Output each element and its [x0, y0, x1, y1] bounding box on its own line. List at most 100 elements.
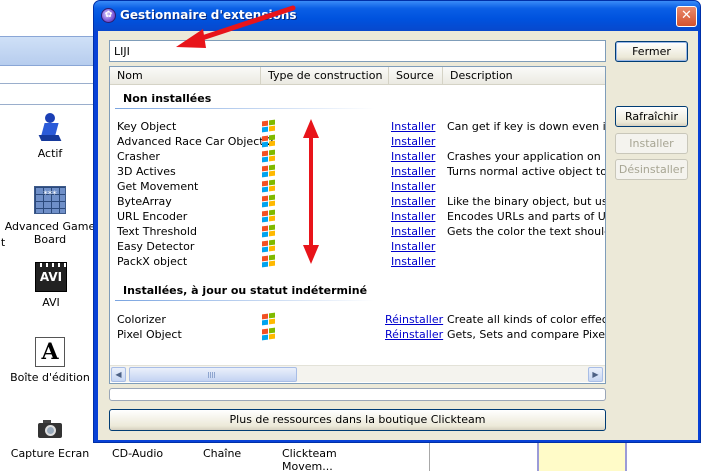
- camera-icon: [35, 417, 65, 439]
- group-divider: [115, 108, 375, 109]
- background-panel: [627, 440, 706, 471]
- extension-name: Text Threshold: [117, 225, 197, 238]
- column-header-name[interactable]: Nom: [110, 67, 261, 85]
- extension-list[interactable]: Nom Type de construction Source Descript…: [109, 66, 606, 384]
- title-bar[interactable]: ✿ Gestionnaire d'extensions ✕: [94, 1, 700, 31]
- windows-flag-icon: [261, 149, 275, 163]
- cut-off-label: t: [0, 236, 6, 249]
- object-avi[interactable]: AVI AVI: [26, 262, 76, 309]
- install-button[interactable]: Installer: [615, 133, 688, 154]
- extension-name: URL Encoder: [117, 210, 188, 223]
- close-icon[interactable]: ✕: [676, 6, 697, 27]
- object-capture-ecran[interactable]: Capture Ecran: [10, 417, 90, 460]
- list-item[interactable]: Advanced Race Car Object 2 Installer: [110, 134, 605, 149]
- reinstall-link[interactable]: Réinstaller: [385, 312, 443, 327]
- close-button[interactable]: Fermer: [615, 41, 688, 62]
- extension-name: Pixel Object: [117, 328, 182, 341]
- windows-flag-icon: [261, 134, 275, 148]
- list-header: Nom Type de construction Source Descript…: [110, 67, 605, 85]
- install-link[interactable]: Installer: [391, 224, 435, 239]
- object-label: Actif: [37, 147, 63, 160]
- extension-name: ByteArray: [117, 195, 172, 208]
- windows-flag-icon: [261, 254, 275, 268]
- refresh-button[interactable]: Rafraîchir: [615, 106, 688, 127]
- extension-name: 3D Actives: [117, 165, 176, 178]
- install-link[interactable]: Installer: [391, 254, 435, 269]
- list-item[interactable]: URL Encoder Installer Encodes URLs and p…: [110, 209, 605, 224]
- list-item[interactable]: Pixel Object Réinstaller Gets, Sets and …: [110, 327, 605, 342]
- extension-description: Turns normal active object to (fla: [447, 165, 605, 178]
- clickteam-store-button[interactable]: Plus de ressources dans la boutique Clic…: [109, 409, 606, 431]
- scroll-left-icon[interactable]: ◀: [111, 367, 126, 382]
- horizontal-scrollbar[interactable]: ◀ ▶: [110, 365, 605, 382]
- group-header-not-installed: Non installées: [123, 92, 212, 105]
- windows-flag-icon: [261, 224, 275, 238]
- object-clickteam-movement[interactable]: Clickteam Movem...: [282, 447, 337, 473]
- app-icon: ✿: [101, 8, 116, 23]
- object-advanced-game-board[interactable]: *** Advanced Game Board: [3, 186, 97, 246]
- extension-description: Can get if key is down even if no: [447, 120, 605, 133]
- list-item[interactable]: Crasher Installer Crashes your applicati…: [110, 149, 605, 164]
- list-item[interactable]: 3D Actives Installer Turns normal active…: [110, 164, 605, 179]
- group-divider: [115, 300, 375, 301]
- object-label: AVI: [42, 296, 60, 309]
- object-chaine[interactable]: Chaîne: [203, 447, 241, 460]
- extension-name: Colorizer: [117, 313, 166, 326]
- object-label: Capture Ecran: [10, 447, 90, 460]
- extension-name: Get Movement: [117, 180, 199, 193]
- background-toolbar-band: [0, 36, 100, 66]
- column-header-source[interactable]: Source: [389, 67, 443, 85]
- list-item[interactable]: Easy Detector Installer: [110, 239, 605, 254]
- column-header-description[interactable]: Description: [443, 67, 605, 85]
- avi-icon: AVI: [35, 262, 67, 292]
- extension-name: Easy Detector: [117, 240, 195, 253]
- scroll-right-icon[interactable]: ▶: [588, 367, 603, 382]
- install-link[interactable]: Installer: [391, 209, 435, 224]
- windows-flag-icon: [261, 327, 275, 341]
- extension-description: Create all kinds of color effects in: [447, 313, 605, 326]
- install-link[interactable]: Installer: [391, 179, 435, 194]
- list-item[interactable]: Text Threshold Installer Gets the color …: [110, 224, 605, 239]
- install-link[interactable]: Installer: [391, 194, 435, 209]
- progress-bar: [109, 388, 606, 401]
- install-link[interactable]: Installer: [391, 134, 435, 149]
- search-input[interactable]: [109, 40, 606, 62]
- reinstall-link[interactable]: Réinstaller: [385, 327, 443, 342]
- windows-flag-icon: [261, 179, 275, 193]
- list-item[interactable]: PackX object Installer: [110, 254, 605, 269]
- windows-flag-icon: [261, 209, 275, 223]
- column-header-build-type[interactable]: Type de construction: [261, 67, 389, 85]
- list-item[interactable]: ByteArray Installer Like the binary obje…: [110, 194, 605, 209]
- group-header-installed: Installées, à jour ou statut indéterminé: [123, 284, 368, 297]
- install-link[interactable]: Installer: [391, 239, 435, 254]
- dialog-title: Gestionnaire d'extensions: [120, 8, 297, 22]
- extension-name: Advanced Race Car Object 2: [117, 135, 275, 148]
- extension-name: PackX object: [117, 255, 188, 268]
- object-cd-audio[interactable]: CD-Audio: [112, 447, 163, 460]
- install-link[interactable]: Installer: [391, 149, 435, 164]
- extension-manager-dialog: ✿ Gestionnaire d'extensions ✕ Fermer Raf…: [93, 0, 701, 443]
- dialog-body: Fermer Rafraîchir Installer Désinstaller…: [98, 31, 698, 440]
- object-actif[interactable]: Actif: [18, 113, 82, 160]
- windows-flag-icon: [261, 239, 275, 253]
- object-edit-box[interactable]: A Boîte d'édition: [8, 337, 92, 384]
- extension-name: Crasher: [117, 150, 160, 163]
- windows-flag-icon: [261, 312, 275, 326]
- background-divider: [0, 83, 100, 84]
- windows-flag-icon: [261, 119, 275, 133]
- list-item[interactable]: Key Object Installer Can get if key is d…: [110, 119, 605, 134]
- extension-description: Like the binary object, but uses c: [447, 195, 605, 208]
- uninstall-button[interactable]: Désinstaller: [615, 159, 688, 180]
- list-item[interactable]: Get Movement Installer: [110, 179, 605, 194]
- object-label: Advanced Game Board: [4, 220, 96, 246]
- game-board-icon: ***: [34, 186, 66, 214]
- extension-description: Gets, Sets and compare Pixels on: [447, 328, 605, 341]
- windows-flag-icon: [261, 164, 275, 178]
- extension-description: Crashes your application on prop: [447, 150, 605, 163]
- runner-icon: [36, 113, 64, 143]
- scrollbar-thumb[interactable]: [129, 367, 297, 382]
- background-frame-area: [537, 440, 627, 471]
- install-link[interactable]: Installer: [391, 119, 435, 134]
- list-item[interactable]: Colorizer Réinstaller Create all kinds o…: [110, 312, 605, 327]
- install-link[interactable]: Installer: [391, 164, 435, 179]
